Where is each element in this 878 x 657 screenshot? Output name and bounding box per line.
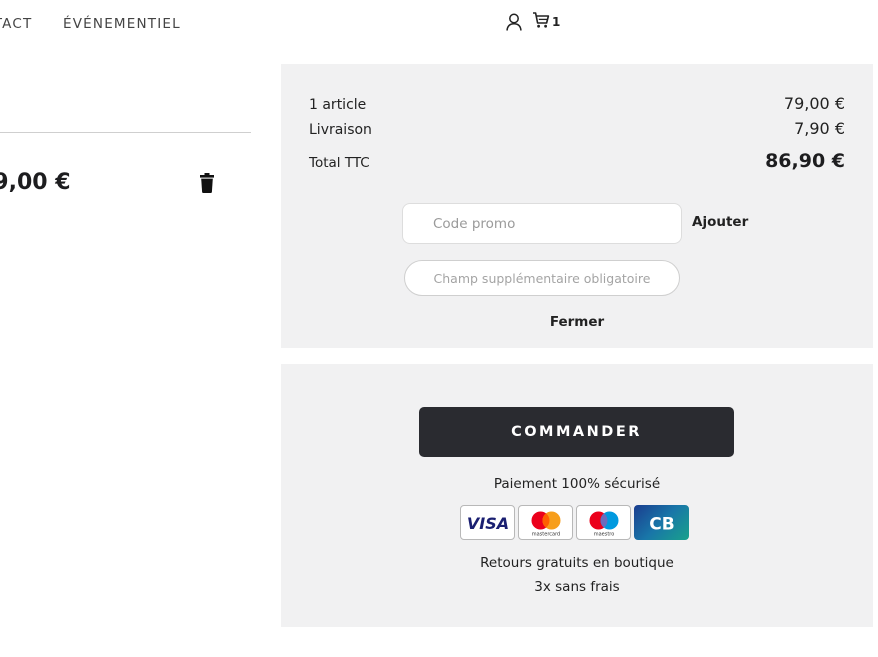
mastercard-text: mastercard	[531, 531, 559, 537]
order-button[interactable]: COMMANDER	[419, 407, 734, 457]
summary-row-articles: 1 article 79,00 €	[309, 94, 845, 113]
free-returns-text: Retours gratuits en boutique	[480, 555, 674, 571]
required-extra-field[interactable]	[404, 260, 680, 296]
order-summary-panel: 1 article 79,00 € Livraison 7,90 € Total…	[281, 64, 873, 348]
cart-icon	[532, 11, 550, 33]
secure-payment-text: Paiement 100% sécurisé	[493, 476, 661, 492]
nav-link-contact[interactable]: CONTACT	[0, 16, 32, 32]
cart-button[interactable]: 1	[532, 12, 560, 32]
cb-text: CB	[649, 514, 674, 534]
item-price: 79,00 €	[0, 170, 71, 195]
cart-page: CONTACT ÉVÉNEMENTIEL 1 79,00 € 1	[0, 0, 878, 657]
promo-code-input[interactable]	[402, 203, 682, 244]
cart-count-badge: 1	[552, 15, 561, 29]
total-label: Total TTC	[309, 155, 370, 171]
checkout-panel: COMMANDER Paiement 100% sécurisé VISA ma…	[281, 364, 873, 627]
user-icon[interactable]	[504, 12, 524, 32]
articles-label: 1 article	[309, 97, 367, 113]
visa-text: VISA	[466, 514, 508, 533]
close-button[interactable]: Fermer	[281, 314, 873, 330]
item-divider	[0, 132, 251, 133]
summary-row-total: Total TTC 86,90 €	[309, 150, 845, 172]
shipping-value: 7,90 €	[794, 119, 845, 138]
summary-row-shipping: Livraison 7,90 €	[309, 119, 845, 138]
installments-text: 3x sans frais	[534, 579, 620, 595]
total-value: 86,90 €	[765, 150, 845, 172]
trash-icon[interactable]	[197, 172, 217, 194]
visa-card-icon: VISA	[460, 505, 515, 540]
cb-card-icon: CB	[634, 505, 689, 540]
articles-value: 79,00 €	[783, 94, 845, 113]
mastercard-card-icon: mastercard	[518, 505, 573, 540]
promo-add-button[interactable]: Ajouter	[692, 214, 748, 230]
maestro-text: maestro	[593, 531, 614, 537]
nav-link-evenementiel[interactable]: ÉVÉNEMENTIEL	[63, 16, 181, 32]
payment-cards: VISA mastercard maestro CB	[460, 505, 692, 541]
shipping-label: Livraison	[309, 122, 372, 138]
maestro-card-icon: maestro	[576, 505, 631, 540]
